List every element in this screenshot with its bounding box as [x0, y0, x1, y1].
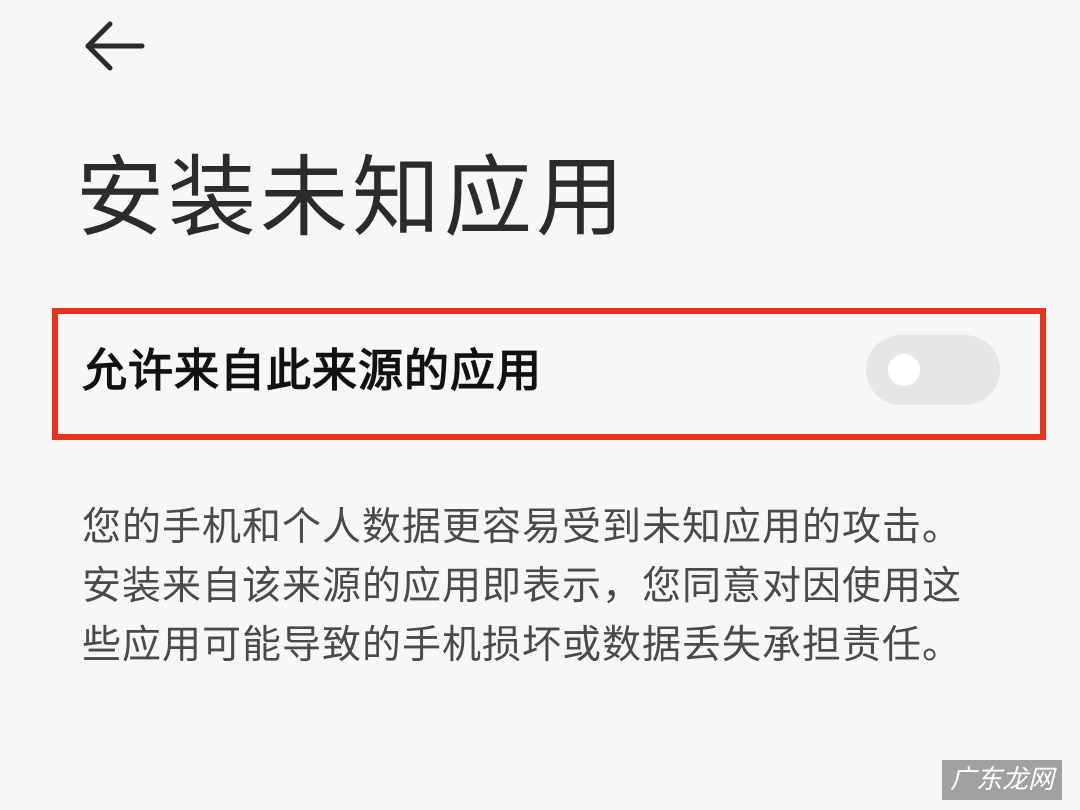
screen: 安装未知应用 允许来自此来源的应用 您的手机和个人数据更容易受到未知应用的攻击。… [0, 0, 1080, 810]
highlight-box [52, 308, 1046, 440]
watermark-logo: 广东龙网 [942, 760, 1063, 800]
back-button[interactable] [80, 18, 156, 74]
page-title: 安装未知应用 [76, 146, 629, 249]
arrow-left-icon [85, 21, 145, 71]
description-text: 您的手机和个人数据更容易受到未知应用的攻击。安装来自该来源的应用即表示，您同意对… [82, 505, 963, 668]
